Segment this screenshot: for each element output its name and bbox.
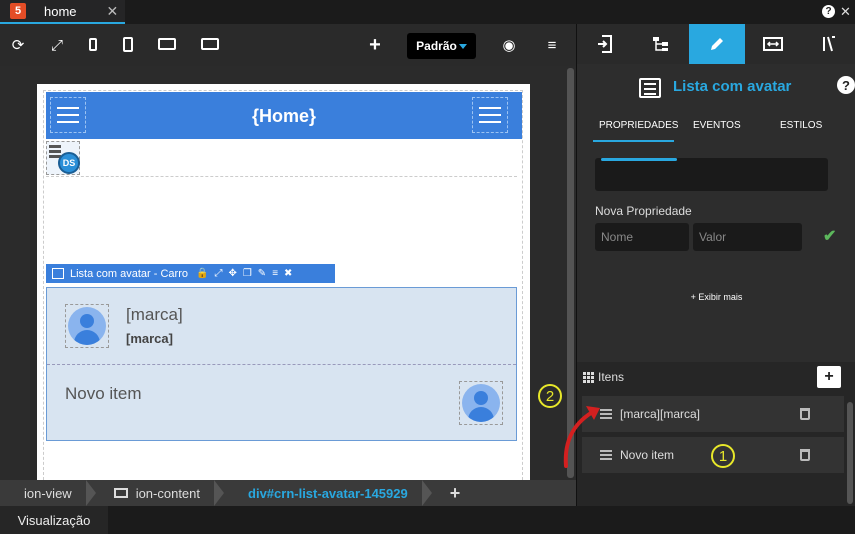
breadcrumb-item-active[interactable]: div#crn-list-avatar-145929	[224, 480, 422, 506]
tab-close-icon[interactable]: ✕	[107, 3, 119, 20]
tab-tree-icon[interactable]	[633, 24, 689, 64]
caret-down-icon	[458, 43, 467, 49]
tab-title: home	[44, 3, 77, 19]
refresh-icon[interactable]: ⟳	[7, 35, 29, 55]
resize-icon[interactable]: ⤢	[214, 268, 222, 279]
tab-code-icon[interactable]	[801, 24, 855, 64]
monitor-device-icon[interactable]	[199, 35, 221, 55]
list-item-subtitle: [marca]	[126, 331, 173, 346]
breadcrumb: ion-view ion-content div#crn-list-avatar…	[0, 480, 576, 506]
list-item[interactable]: Novo item	[47, 365, 516, 441]
preset-dropdown[interactable]: Padrão	[407, 33, 476, 59]
breadcrumb-label: ion-content	[135, 485, 201, 501]
desktop-device-icon[interactable]	[156, 35, 178, 55]
tab-bar: 5 home ✕ ? ✕	[0, 0, 855, 24]
html5-icon: 5	[10, 3, 26, 19]
magic-icon[interactable]: ✎	[258, 268, 266, 279]
help-icon[interactable]: ?	[837, 76, 855, 94]
itens-header: Itens	[583, 370, 624, 384]
properties-panel: Lista com avatar ? PROPRIEDADES EVENTOS …	[576, 24, 855, 506]
trash-icon[interactable]	[800, 449, 810, 461]
item-label: [marca][marca]	[620, 407, 701, 421]
valor-field[interactable]	[693, 223, 802, 251]
component-title: Lista com avatar	[673, 78, 792, 95]
exibir-mais-link[interactable]: + Exibir mais	[577, 292, 855, 302]
tab-visualizacao[interactable]: Visualização	[0, 506, 108, 534]
phone-device-icon[interactable]	[82, 35, 104, 55]
breadcrumb-separator	[421, 480, 432, 506]
property-tabs: PROPRIEDADES EVENTOS ESTILOS	[577, 114, 855, 142]
add-breadcrumb-icon[interactable]: +	[450, 483, 461, 504]
tab-eventos[interactable]: EVENTOS	[693, 120, 741, 131]
lock-icon[interactable]: 🔒	[196, 268, 208, 279]
add-item-button[interactable]: +	[817, 366, 841, 388]
panel-tabs	[577, 24, 855, 64]
breadcrumb-item[interactable]: ion-content	[96, 480, 214, 506]
annotation-badge-1: 1	[711, 444, 735, 468]
datasource-icon[interactable]: DS	[46, 141, 80, 175]
tab-home[interactable]: 5 home ✕	[0, 0, 125, 24]
item-row[interactable]: [marca][marca]	[582, 396, 844, 432]
status-bar: Visualização	[0, 506, 855, 534]
component-toolbar: Lista com avatar - Carro 🔒 ⤢ ✥ ❐ ✎ ≡ ✖	[46, 264, 335, 283]
close-window-icon[interactable]: ✕	[840, 4, 851, 20]
list-item-title: [marca]	[126, 305, 183, 324]
tab-estilos[interactable]: ESTILOS	[780, 120, 822, 131]
datasource-area: DS	[46, 139, 517, 177]
tab-edit-icon[interactable]	[689, 24, 745, 64]
copy-icon[interactable]: ❐	[243, 268, 252, 279]
itens-section: Itens + [marca][marca] Novo item	[577, 362, 855, 506]
active-tab-indicator	[593, 140, 674, 142]
nova-propriedade-label: Nova Propriedade	[595, 204, 692, 218]
list-item[interactable]: [marca] [marca]	[47, 288, 516, 365]
page-header[interactable]: {Home}	[46, 92, 522, 139]
nome-field[interactable]	[595, 223, 689, 251]
tab-login-icon[interactable]	[577, 24, 633, 64]
add-icon[interactable]: +	[364, 34, 386, 56]
panel-scrollbar[interactable]	[847, 402, 853, 504]
hide-preview-icon[interactable]: ◉	[498, 35, 520, 55]
component-toolbar-label: Lista com avatar - Carro	[70, 267, 188, 280]
page-header-title: {Home}	[251, 106, 317, 126]
grid-icon	[583, 371, 594, 383]
toolbar: ⟳ ⤢ + Padrão ◉ ≡	[0, 24, 576, 66]
trash-icon[interactable]	[800, 408, 810, 420]
list-icon	[52, 268, 64, 279]
delete-component-icon[interactable]: ✖	[284, 268, 292, 279]
breadcrumb-separator	[214, 480, 225, 506]
annotation-arrow-icon	[563, 406, 600, 468]
database-icon[interactable]: ≡	[541, 35, 563, 55]
monitor-icon	[113, 488, 128, 498]
datasource-label: DS	[58, 152, 80, 174]
breadcrumb-item[interactable]: ion-view	[0, 480, 86, 506]
breadcrumb-label: ion-view	[24, 485, 72, 501]
component-header: Lista com avatar ?	[577, 72, 855, 104]
move-icon[interactable]: ✥	[228, 268, 236, 279]
confirm-check-icon[interactable]: ✔	[823, 226, 836, 246]
itens-label: Itens	[598, 370, 625, 384]
list-item-title: Novo item	[65, 384, 142, 403]
avatar[interactable]	[459, 381, 503, 425]
list-icon	[639, 78, 661, 98]
tab-propriedades[interactable]: PROPRIEDADES	[599, 120, 678, 131]
item-label: Novo item	[620, 448, 675, 462]
expand-icon[interactable]: ⤢	[46, 35, 68, 55]
breadcrumb-separator	[85, 480, 96, 506]
tab-resize-icon[interactable]	[745, 24, 801, 64]
avatar[interactable]	[65, 304, 109, 348]
tablet-device-icon[interactable]	[117, 35, 139, 55]
menu-right-icon[interactable]	[472, 97, 508, 133]
breadcrumb-label: div#crn-list-avatar-145929	[248, 485, 408, 501]
preset-label: Padrão	[416, 39, 457, 53]
data-icon[interactable]: ≡	[272, 268, 278, 279]
avatar-list[interactable]: [marca] [marca] Novo item	[46, 287, 517, 441]
help-icon[interactable]: ?	[822, 5, 835, 18]
property-editor[interactable]	[595, 158, 828, 191]
